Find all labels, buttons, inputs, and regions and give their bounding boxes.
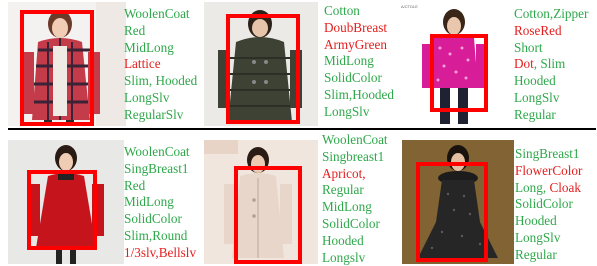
attribute-line: LongSlv [515, 230, 582, 247]
attribute-list-6: SingBreast1 FlowerColor Long, Cloak SolidCo… [515, 146, 582, 264]
attribute-line: SolidColor [515, 196, 582, 213]
attribute-match: SolidColor [515, 196, 573, 212]
attribute-match: SingBreast1 [515, 146, 580, 161]
attribute-match: Long, [515, 179, 550, 195]
attribute-mismatch: Cloak [549, 179, 581, 195]
attribute-line: Regular [515, 247, 582, 264]
attribute-match: Regular [515, 246, 557, 262]
bbox-6 [416, 162, 488, 262]
attribute-line: Long, Cloak [515, 180, 582, 197]
attribute-mismatch: FlowerColor [515, 162, 583, 178]
attribute-match: Hooded [515, 213, 557, 229]
attribute-match: LongSlv [515, 229, 561, 245]
attribute-line: FlowerColor [515, 163, 582, 180]
attribute-line: Hooded [515, 213, 582, 230]
attribute-line: SingBreast1 [515, 146, 582, 163]
